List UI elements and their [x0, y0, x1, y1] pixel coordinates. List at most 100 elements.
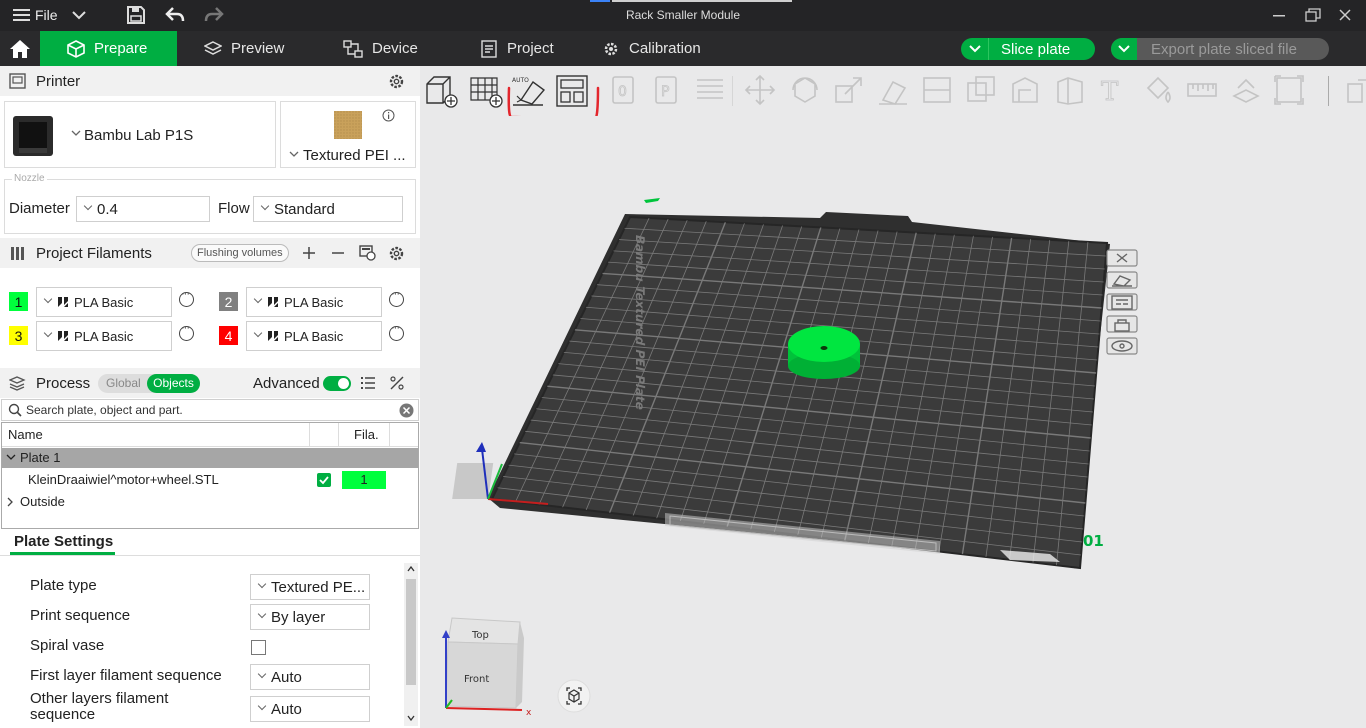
undo-button[interactable] — [165, 5, 185, 25]
tab-device[interactable]: Device — [343, 31, 418, 66]
add-object-icon[interactable] — [424, 74, 458, 108]
object-filament-badge[interactable]: 1 — [342, 471, 386, 489]
add-plate-icon[interactable] — [469, 74, 503, 108]
info-icon[interactable] — [382, 109, 395, 122]
fit-box-icon[interactable] — [1273, 74, 1305, 106]
object-visible-checkbox[interactable] — [317, 473, 331, 487]
sync-filament-icon[interactable] — [359, 245, 376, 261]
chevron-down-icon[interactable] — [6, 454, 16, 462]
color-paint-icon[interactable] — [1142, 74, 1174, 106]
redo-button[interactable] — [204, 5, 224, 25]
layer-list-icon[interactable] — [694, 74, 726, 106]
lock-plate-icon[interactable] — [1106, 315, 1138, 333]
file-menu-button[interactable]: File — [13, 5, 58, 25]
list-icon[interactable] — [360, 376, 376, 390]
filament-4-name: PLA Basic — [284, 328, 344, 344]
delete-plate-icon[interactable] — [1106, 249, 1138, 267]
close-window-button[interactable] — [1338, 5, 1352, 25]
flushing-volumes-button[interactable]: Flushing volumes — [191, 244, 289, 262]
scale-icon[interactable] — [833, 74, 865, 106]
diameter-select[interactable]: 0.4 — [76, 196, 210, 222]
text-icon[interactable]: T — [1098, 74, 1130, 106]
outside-row[interactable]: Outside — [2, 491, 418, 513]
fit-view-button[interactable] — [557, 679, 591, 713]
split-icon[interactable] — [1344, 74, 1366, 106]
cut-icon[interactable] — [921, 74, 953, 106]
plate-settings-icon[interactable] — [1106, 337, 1138, 355]
boolean-icon[interactable] — [965, 74, 997, 106]
rotate-icon[interactable] — [789, 74, 821, 106]
tab-project[interactable]: Project — [480, 31, 554, 66]
chevron-right-icon[interactable] — [6, 497, 14, 507]
plate-setting-select[interactable]: By layer — [250, 604, 370, 630]
measure-icon[interactable] — [1186, 74, 1218, 106]
tab-calibration[interactable]: Calibration — [602, 31, 701, 66]
flow-select[interactable]: Standard — [253, 196, 403, 222]
save-button[interactable] — [126, 5, 146, 25]
object-wheel-model[interactable] — [788, 326, 860, 379]
column-name-header[interactable]: Name — [8, 427, 43, 442]
printer-section-header: Printer — [0, 66, 420, 96]
tab-prepare[interactable]: Prepare — [40, 31, 177, 66]
move-icon[interactable] — [744, 74, 776, 106]
plate-settings-tab[interactable]: Plate Settings — [14, 533, 113, 550]
plus-icon[interactable] — [302, 246, 316, 260]
plate-settings-scrollbar[interactable] — [404, 563, 418, 726]
filament-4-select[interactable]: PLA Basic — [246, 321, 382, 351]
filament-3-more-icon[interactable] — [179, 322, 194, 341]
minimize-button[interactable] — [1272, 5, 1286, 25]
scroll-down-icon[interactable] — [407, 715, 415, 721]
filament-1-more-icon[interactable] — [179, 288, 194, 307]
filament-2-swatch[interactable]: 2 — [219, 292, 238, 311]
filament-2-select[interactable]: PLA Basic — [246, 287, 382, 317]
view-cube-front-label[interactable]: Front — [464, 674, 489, 685]
plate-setting-select[interactable]: Textured PE... — [250, 574, 370, 600]
printer-settings-gear-icon[interactable] — [388, 73, 405, 90]
scrollbar-thumb[interactable] — [406, 579, 416, 685]
paste-icon[interactable]: P — [651, 74, 683, 106]
percent-icon[interactable] — [389, 375, 405, 391]
scroll-up-icon[interactable] — [407, 566, 415, 572]
filament-3-select[interactable]: PLA Basic — [36, 321, 172, 351]
export-plate-button[interactable]: Export plate sliced file — [1111, 38, 1329, 60]
plate-type-selector[interactable]: Textured PEI ... — [280, 101, 416, 168]
global-toggle-label[interactable]: Global — [106, 376, 141, 390]
plate-setting-select[interactable]: Auto — [250, 664, 370, 690]
orient-plate-icon[interactable] — [1106, 271, 1138, 289]
column-filament-header[interactable]: Fila. — [354, 427, 379, 442]
lay-on-face-icon[interactable] — [877, 74, 909, 106]
copy-icon[interactable]: 0 — [608, 74, 640, 106]
object-row[interactable]: KleinDraaiwiel^motor+wheel.STL 1 — [2, 469, 418, 491]
home-button[interactable] — [0, 31, 40, 66]
plate-setting-select[interactable]: Auto — [250, 696, 370, 722]
filament-3-swatch[interactable]: 3 — [9, 326, 28, 345]
filament-1-select[interactable]: PLA Basic — [36, 287, 172, 317]
file-menu-chevron-button[interactable] — [72, 5, 86, 25]
printer-model-selector[interactable]: Bambu Lab P1S — [4, 101, 276, 168]
view-cube-top-label[interactable]: Top — [471, 630, 489, 641]
filament-2-more-icon[interactable] — [389, 288, 404, 307]
filament-4-swatch[interactable]: 4 — [219, 326, 238, 345]
filament-settings-gear-icon[interactable] — [388, 245, 405, 262]
search-plate-input[interactable]: Search plate, object and part. — [1, 399, 419, 421]
slice-plate-button[interactable]: Slice plate — [961, 38, 1095, 60]
support-paint-icon[interactable] — [1009, 74, 1041, 106]
tab-preview[interactable]: Preview — [204, 31, 284, 66]
arrange-plate-icon[interactable] — [1106, 293, 1138, 311]
filament-1-swatch[interactable]: 1 — [9, 292, 28, 311]
seam-paint-icon[interactable] — [1054, 74, 1086, 106]
global-objects-toggle[interactable]: Global Objects — [98, 374, 200, 393]
minus-icon[interactable] — [331, 246, 345, 260]
clear-search-icon[interactable] — [399, 403, 414, 418]
slice-dropdown-chevron[interactable] — [961, 38, 989, 60]
maximize-button[interactable] — [1305, 5, 1321, 25]
export-dropdown-chevron[interactable] — [1111, 38, 1137, 60]
3d-viewport[interactable]: Bambu Textured PEI Plate 01 Top Front x — [420, 116, 1366, 728]
assembly-icon[interactable] — [1230, 74, 1262, 106]
view-cube[interactable]: Top Front x — [438, 614, 548, 724]
spiral-vase-checkbox[interactable] — [251, 640, 266, 655]
advanced-switch[interactable] — [323, 376, 351, 391]
filament-4-more-icon[interactable] — [389, 322, 404, 341]
objects-toggle-label[interactable]: Objects — [147, 374, 200, 393]
plate-row[interactable]: Plate 1 — [2, 448, 418, 468]
